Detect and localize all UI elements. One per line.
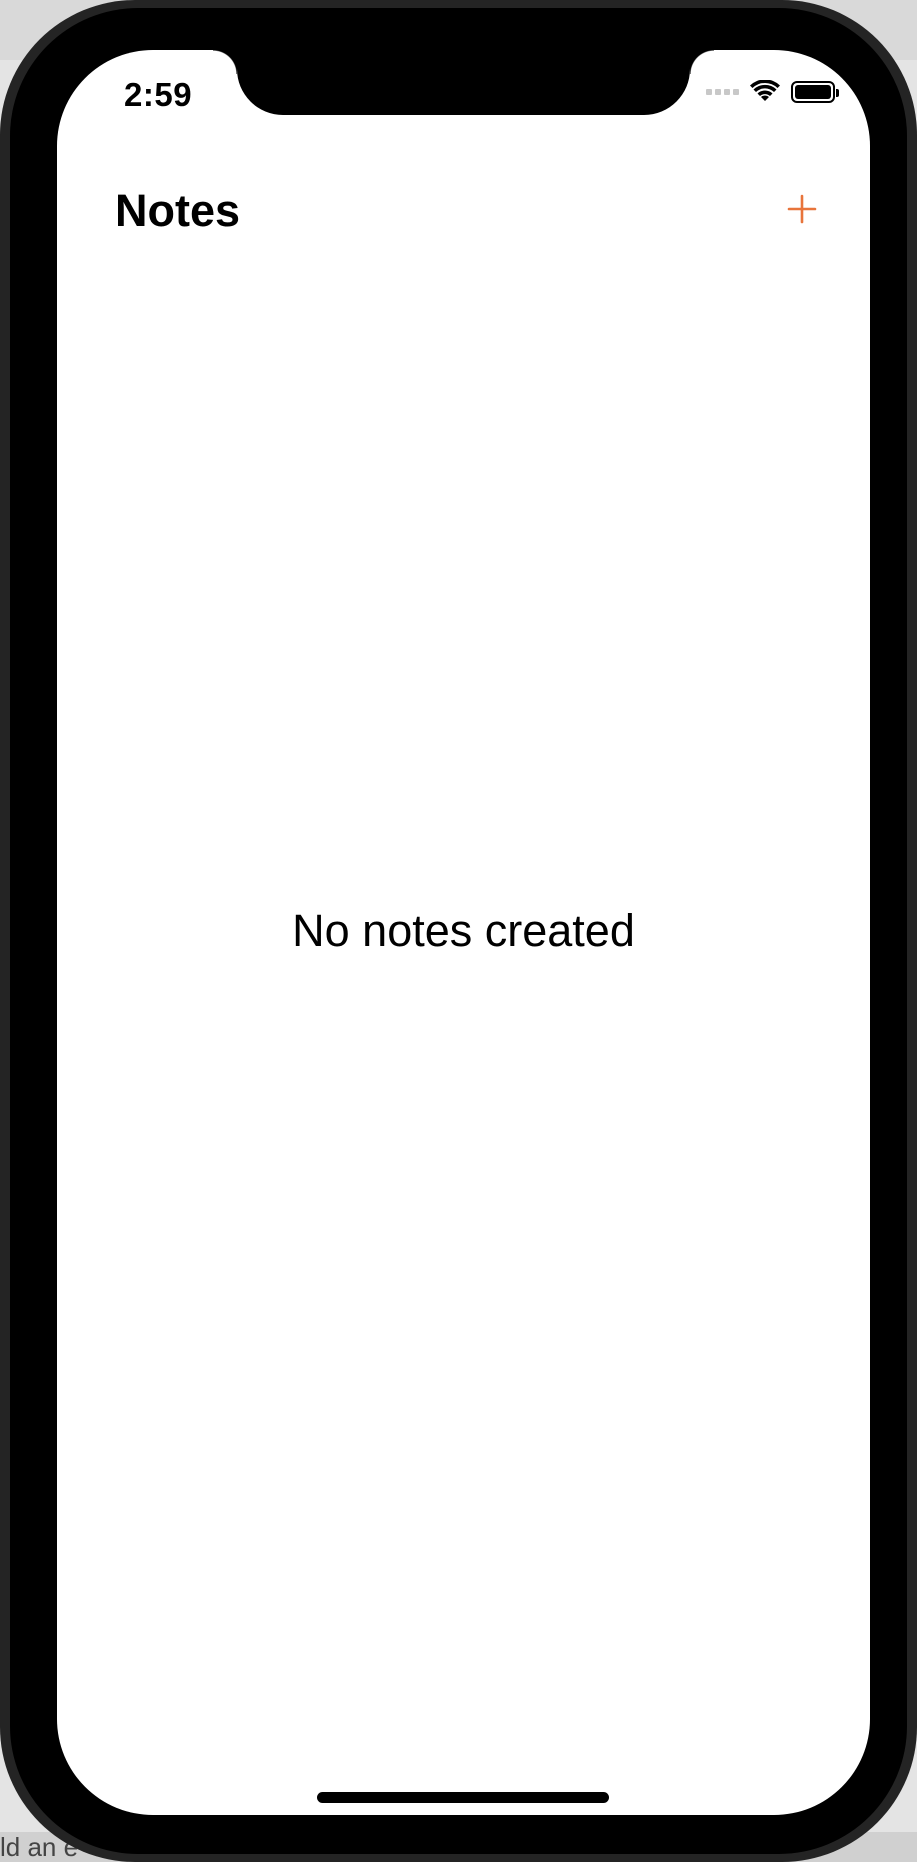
status-time: 2:59 <box>124 76 193 113</box>
add-note-button[interactable] <box>776 183 828 235</box>
empty-state-message: No notes created <box>292 905 635 956</box>
iphone-frame: 2:59 Notes No notes created <box>0 0 917 1862</box>
signal-dots-icon <box>706 89 739 95</box>
status-icons <box>706 80 839 104</box>
plus-icon <box>787 194 817 224</box>
wifi-icon <box>750 80 780 101</box>
page-title: Notes <box>115 185 241 236</box>
battery-icon <box>791 81 839 103</box>
app-screen: 2:59 Notes No notes created <box>57 50 870 1815</box>
notch <box>213 50 714 115</box>
navigation-bar: Notes <box>57 175 870 245</box>
home-indicator[interactable] <box>317 1792 609 1803</box>
